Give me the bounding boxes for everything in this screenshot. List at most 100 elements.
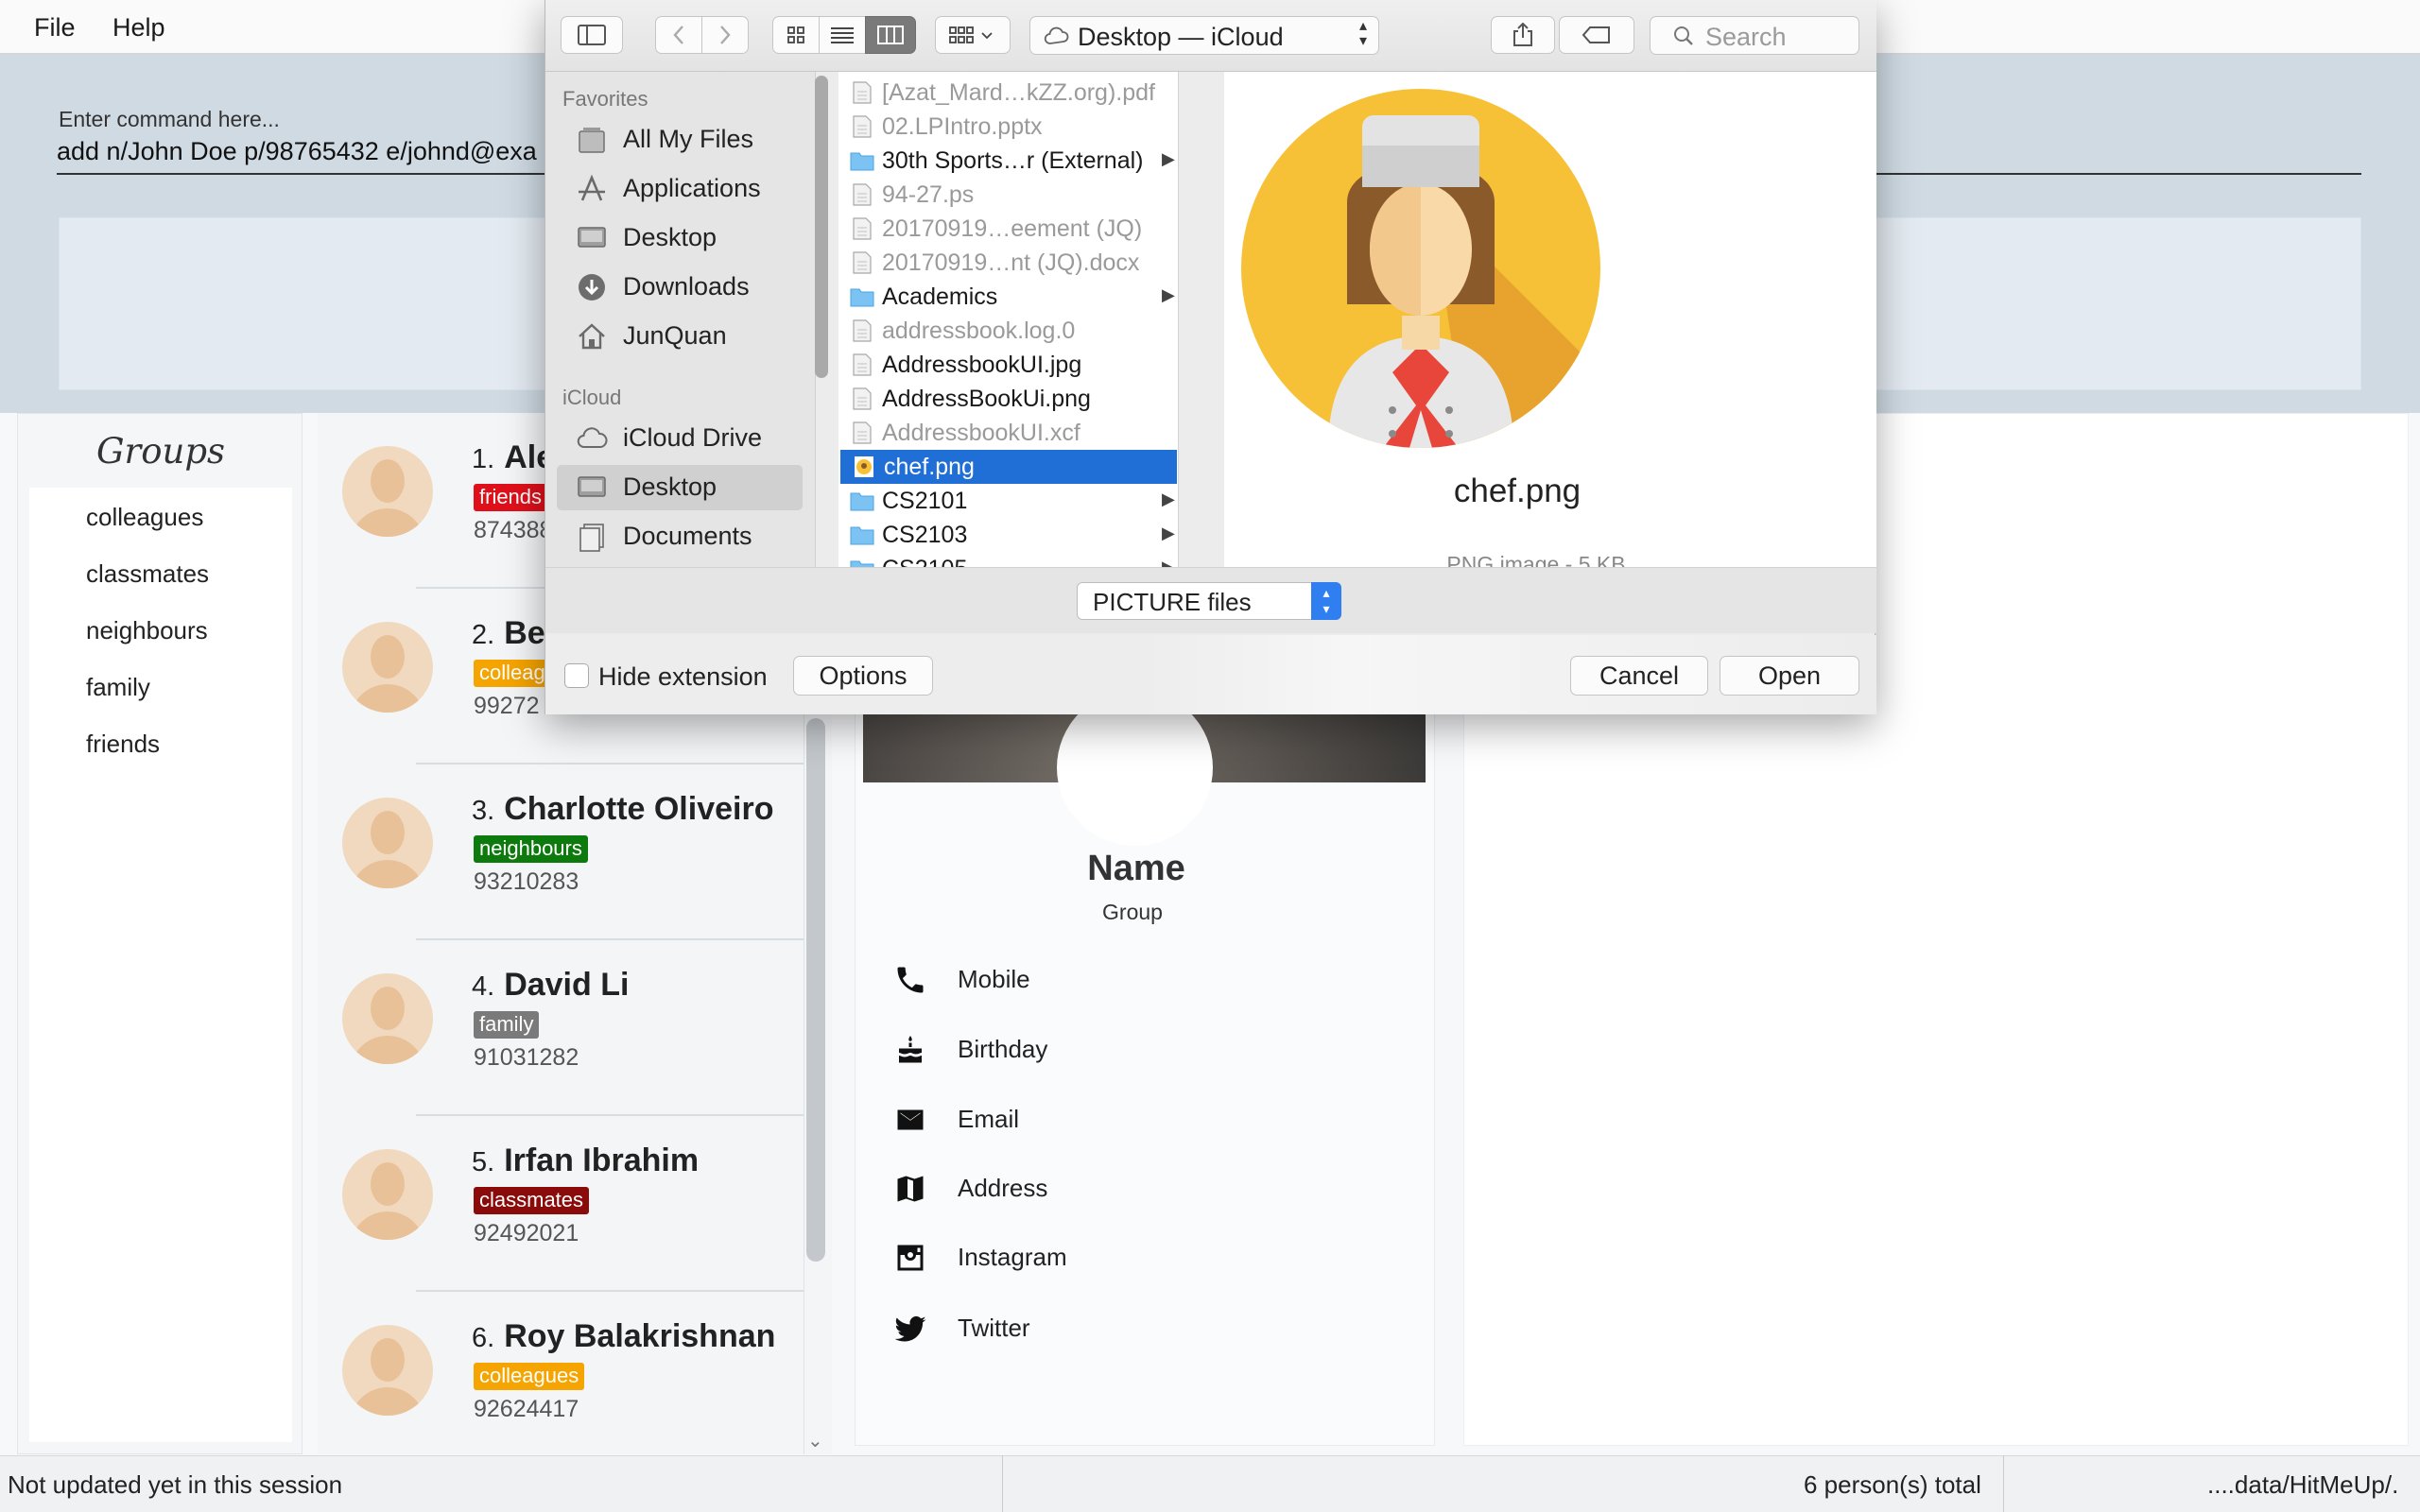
- person-card[interactable]: 5. Irfan Ibrahim classmates 92492021: [318, 1116, 809, 1292]
- group-by-button[interactable]: [935, 16, 1011, 54]
- person-name: 1. Ale: [472, 439, 555, 475]
- tag-badge: colleag: [474, 660, 551, 687]
- tag-badge: neighbours: [474, 835, 588, 863]
- person-card[interactable]: 3. Charlotte Oliveiro neighbours 93210283: [318, 765, 809, 940]
- file-row[interactable]: 20170919…eement (JQ): [838, 212, 1178, 246]
- menu-help[interactable]: Help: [112, 13, 165, 43]
- tag-icon: [1582, 26, 1610, 43]
- sidebar-item-downloads[interactable]: Downloads: [545, 265, 810, 310]
- sidebar-item-icloud-drive[interactable]: iCloud Drive: [545, 416, 810, 461]
- person-phone: 874388: [474, 517, 553, 543]
- disclosure-arrow-icon: ▶: [1162, 149, 1175, 168]
- group-item-family[interactable]: family: [86, 673, 150, 702]
- sidebar-item-applications[interactable]: Applications: [545, 166, 810, 212]
- detail-label: Address: [958, 1174, 1048, 1202]
- detail-label: Email: [958, 1105, 1020, 1133]
- file-row[interactable]: [Azat_Mard…kZZ.org).pdf: [838, 76, 1178, 110]
- file-name: AddressbookUI.jpg: [882, 352, 1082, 378]
- folder-icon: [850, 490, 874, 512]
- groups-panel: Groups colleagues classmates neighbours …: [17, 413, 302, 1454]
- desktop-icon: [578, 227, 606, 248]
- icon-view-button[interactable]: [772, 16, 820, 54]
- person-card[interactable]: 4. David Li family 91031282: [318, 940, 809, 1116]
- sidebar-label: Desktop: [623, 223, 717, 251]
- open-file-dialog: Desktop — iCloud ▴ ▾ Search Favorites All…: [544, 0, 1876, 714]
- file-type-select[interactable]: PICTURE files ▴ ▾: [1077, 582, 1341, 620]
- favorites-header: Favorites: [562, 87, 648, 111]
- open-button[interactable]: Open: [1720, 656, 1859, 696]
- file-name: Academics: [882, 284, 998, 310]
- folder-row[interactable]: CS2105 ▶: [838, 552, 1178, 567]
- dialog-toolbar: Desktop — iCloud ▴ ▾ Search: [545, 0, 1876, 72]
- hide-extension-checkbox[interactable]: [564, 663, 589, 688]
- sidebar-item-documents[interactable]: Documents: [545, 514, 810, 559]
- file-row[interactable]: 94-27.ps: [838, 178, 1178, 212]
- file-row[interactable]: AddressbookUI.jpg: [838, 348, 1178, 382]
- column-view-button[interactable]: [865, 16, 916, 54]
- instagram-icon: [897, 1245, 924, 1271]
- scrollbar-thumb[interactable]: [806, 718, 825, 1262]
- location-label: Desktop — iCloud: [1078, 23, 1284, 51]
- folder-icon: [850, 558, 874, 567]
- file-column: [Azat_Mard…kZZ.org).pdf 02.LPIntro.pptx 30…: [838, 72, 1179, 567]
- person-name: 2. Be: [472, 615, 545, 651]
- group-item-neighbours[interactable]: neighbours: [86, 616, 208, 645]
- person-phone: 92624417: [474, 1396, 579, 1422]
- folder-row[interactable]: 30th Sports…r (External) ▶: [838, 144, 1178, 178]
- location-popup[interactable]: Desktop — iCloud ▴ ▾: [1029, 16, 1379, 55]
- list-view-button[interactable]: [819, 16, 866, 54]
- file-row[interactable]: AddressBookUi.png: [838, 382, 1178, 416]
- documents-icon: [579, 524, 604, 552]
- options-button[interactable]: Options: [793, 656, 933, 696]
- person-phone: 99272: [474, 693, 540, 719]
- sidebar-item-junquan[interactable]: JunQuan: [545, 314, 810, 359]
- share-button[interactable]: [1491, 16, 1555, 54]
- group-item-friends[interactable]: friends: [86, 730, 160, 759]
- hide-extension-label: Hide extension: [598, 662, 768, 691]
- applications-icon: [579, 174, 605, 201]
- cancel-button[interactable]: Cancel: [1570, 656, 1708, 696]
- person-phone: 91031282: [474, 1044, 579, 1071]
- scroll-down-icon[interactable]: ⌄: [807, 1429, 823, 1452]
- menu-file[interactable]: File: [34, 13, 76, 43]
- file-row[interactable]: 02.LPIntro.pptx: [838, 110, 1178, 144]
- group-item-colleagues[interactable]: colleagues: [86, 503, 203, 532]
- file-name: CS2103: [882, 522, 968, 548]
- command-label: Enter command here...: [59, 107, 280, 131]
- sidebar-item-icloud-desktop[interactable]: Desktop: [557, 465, 803, 510]
- group-item-classmates[interactable]: classmates: [86, 559, 209, 589]
- person-card[interactable]: 6. Roy Balakrishnan colleagues 92624417: [318, 1292, 809, 1468]
- avatar: [342, 446, 433, 537]
- search-field[interactable]: Search: [1650, 16, 1859, 55]
- document-icon: [850, 353, 874, 376]
- file-name: 20170919…eement (JQ): [882, 215, 1143, 242]
- file-row[interactable]: chef.png: [840, 450, 1177, 484]
- detail-group: Group: [1102, 900, 1163, 924]
- document-icon: [850, 81, 874, 104]
- folder-icon: [850, 524, 874, 546]
- sidebar-item-all-my-files[interactable]: All My Files: [545, 117, 810, 163]
- cloud-icon: [577, 427, 608, 448]
- disclosure-arrow-icon: ▶: [1162, 285, 1175, 304]
- folder-icon: [850, 285, 874, 308]
- document-icon: [850, 115, 874, 138]
- sidebar-scrollbar[interactable]: [815, 76, 828, 378]
- folder-row[interactable]: CS2103 ▶: [838, 518, 1178, 552]
- disclosure-arrow-icon: ▶: [1162, 524, 1175, 542]
- chef-preview-image: [1241, 89, 1600, 448]
- sidebar-toggle-button[interactable]: [561, 16, 623, 54]
- file-row[interactable]: 20170919…nt (JQ).docx: [838, 246, 1178, 280]
- tag-button[interactable]: [1559, 16, 1634, 54]
- sidebar-icon: [578, 25, 606, 45]
- folder-row[interactable]: CS2101 ▶: [838, 484, 1178, 518]
- file-name: CS2105: [882, 556, 967, 567]
- file-row[interactable]: AddressbookUI.xcf: [838, 416, 1178, 450]
- sidebar-item-desktop[interactable]: Desktop: [545, 215, 810, 261]
- back-button[interactable]: [655, 16, 702, 54]
- avatar: [342, 1325, 433, 1416]
- document-icon: [850, 217, 874, 240]
- forward-button[interactable]: [701, 16, 749, 54]
- file-row[interactable]: addressbook.log.0: [838, 314, 1178, 348]
- folder-row[interactable]: Academics ▶: [838, 280, 1178, 314]
- preview-meta: PNG image - 5 KB: [1446, 552, 1626, 567]
